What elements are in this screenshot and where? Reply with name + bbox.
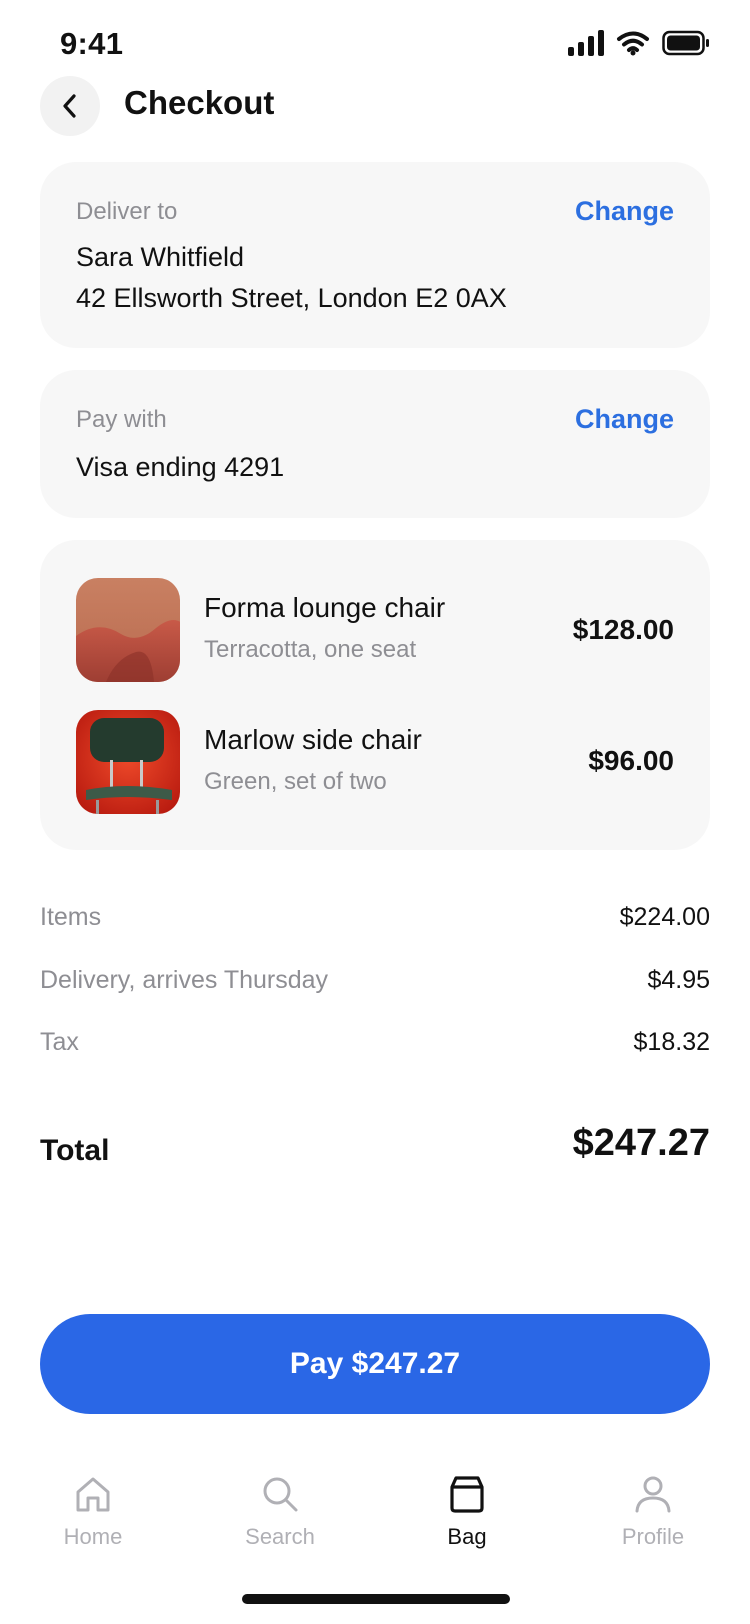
payment-card: Pay with Change Visa ending 4291 — [40, 370, 710, 518]
home-icon — [76, 1477, 110, 1512]
tab-profile[interactable]: Profile — [578, 1474, 728, 1550]
item-variant: Terracotta, one seat — [204, 636, 417, 663]
summary-items-value: $224.00 — [619, 903, 710, 931]
page-title: Checkout — [124, 84, 275, 121]
tab-search[interactable]: Search — [205, 1474, 355, 1550]
summary-tax-value: $18.32 — [633, 1028, 710, 1056]
battery-icon — [662, 30, 709, 56]
tab-bag[interactable]: Bag — [392, 1474, 542, 1550]
tab-label: Home — [63, 1524, 123, 1549]
tab-label: Search — [245, 1524, 315, 1549]
item-price: $128.00 — [572, 614, 674, 645]
change-delivery-button[interactable]: Change — [575, 196, 674, 227]
payment-method: Visa ending 4291 — [76, 452, 285, 482]
total-label: Total — [40, 1134, 110, 1167]
tab-label: Bag — [447, 1524, 487, 1549]
recipient-name: Sara Whitfield — [76, 242, 245, 272]
summary-delivery-value: $4.95 — [647, 966, 710, 994]
summary-delivery-label: Delivery, arrives Thursday — [40, 966, 329, 994]
green-chair-photo — [76, 710, 180, 814]
wifi-icon — [617, 31, 649, 56]
bag-icon — [450, 1476, 484, 1513]
items-card: Forma lounge chair Terracotta, one seat … — [40, 540, 710, 850]
delivery-address: 42 Ellsworth Street, London E2 0AX — [76, 283, 507, 313]
tab-home[interactable]: Home — [18, 1474, 168, 1550]
item-price: $96.00 — [588, 745, 674, 776]
payment-label: Pay with — [76, 406, 167, 433]
terracotta-chair-photo — [76, 578, 180, 682]
cellular-signal-icon — [568, 30, 604, 56]
delivery-card: Deliver to Change Sara Whitfield 42 Ells… — [40, 162, 710, 348]
change-payment-button[interactable]: Change — [575, 404, 674, 435]
tab-label: Profile — [621, 1524, 685, 1549]
status-time: 9:41 — [60, 26, 124, 61]
summary-tax-label: Tax — [40, 1028, 79, 1056]
item-variant: Green, set of two — [204, 768, 387, 795]
item-name: Forma lounge chair — [204, 592, 446, 623]
pay-button[interactable]: Pay $247.27 — [40, 1314, 710, 1414]
home-indicator[interactable] — [242, 1594, 510, 1604]
total-value: $247.27 — [572, 1122, 710, 1164]
profile-icon — [635, 1476, 671, 1513]
summary-items-label: Items — [40, 903, 102, 931]
item-name: Marlow side chair — [204, 724, 422, 755]
checkout-screen: 9:41 Checkout Deliver to Change Sara Whi… — [0, 0, 750, 1624]
delivery-label: Deliver to — [76, 198, 178, 225]
status-icons — [568, 30, 710, 56]
chevron-left-icon — [63, 94, 76, 118]
search-icon — [263, 1477, 298, 1512]
back-button[interactable] — [40, 76, 100, 136]
